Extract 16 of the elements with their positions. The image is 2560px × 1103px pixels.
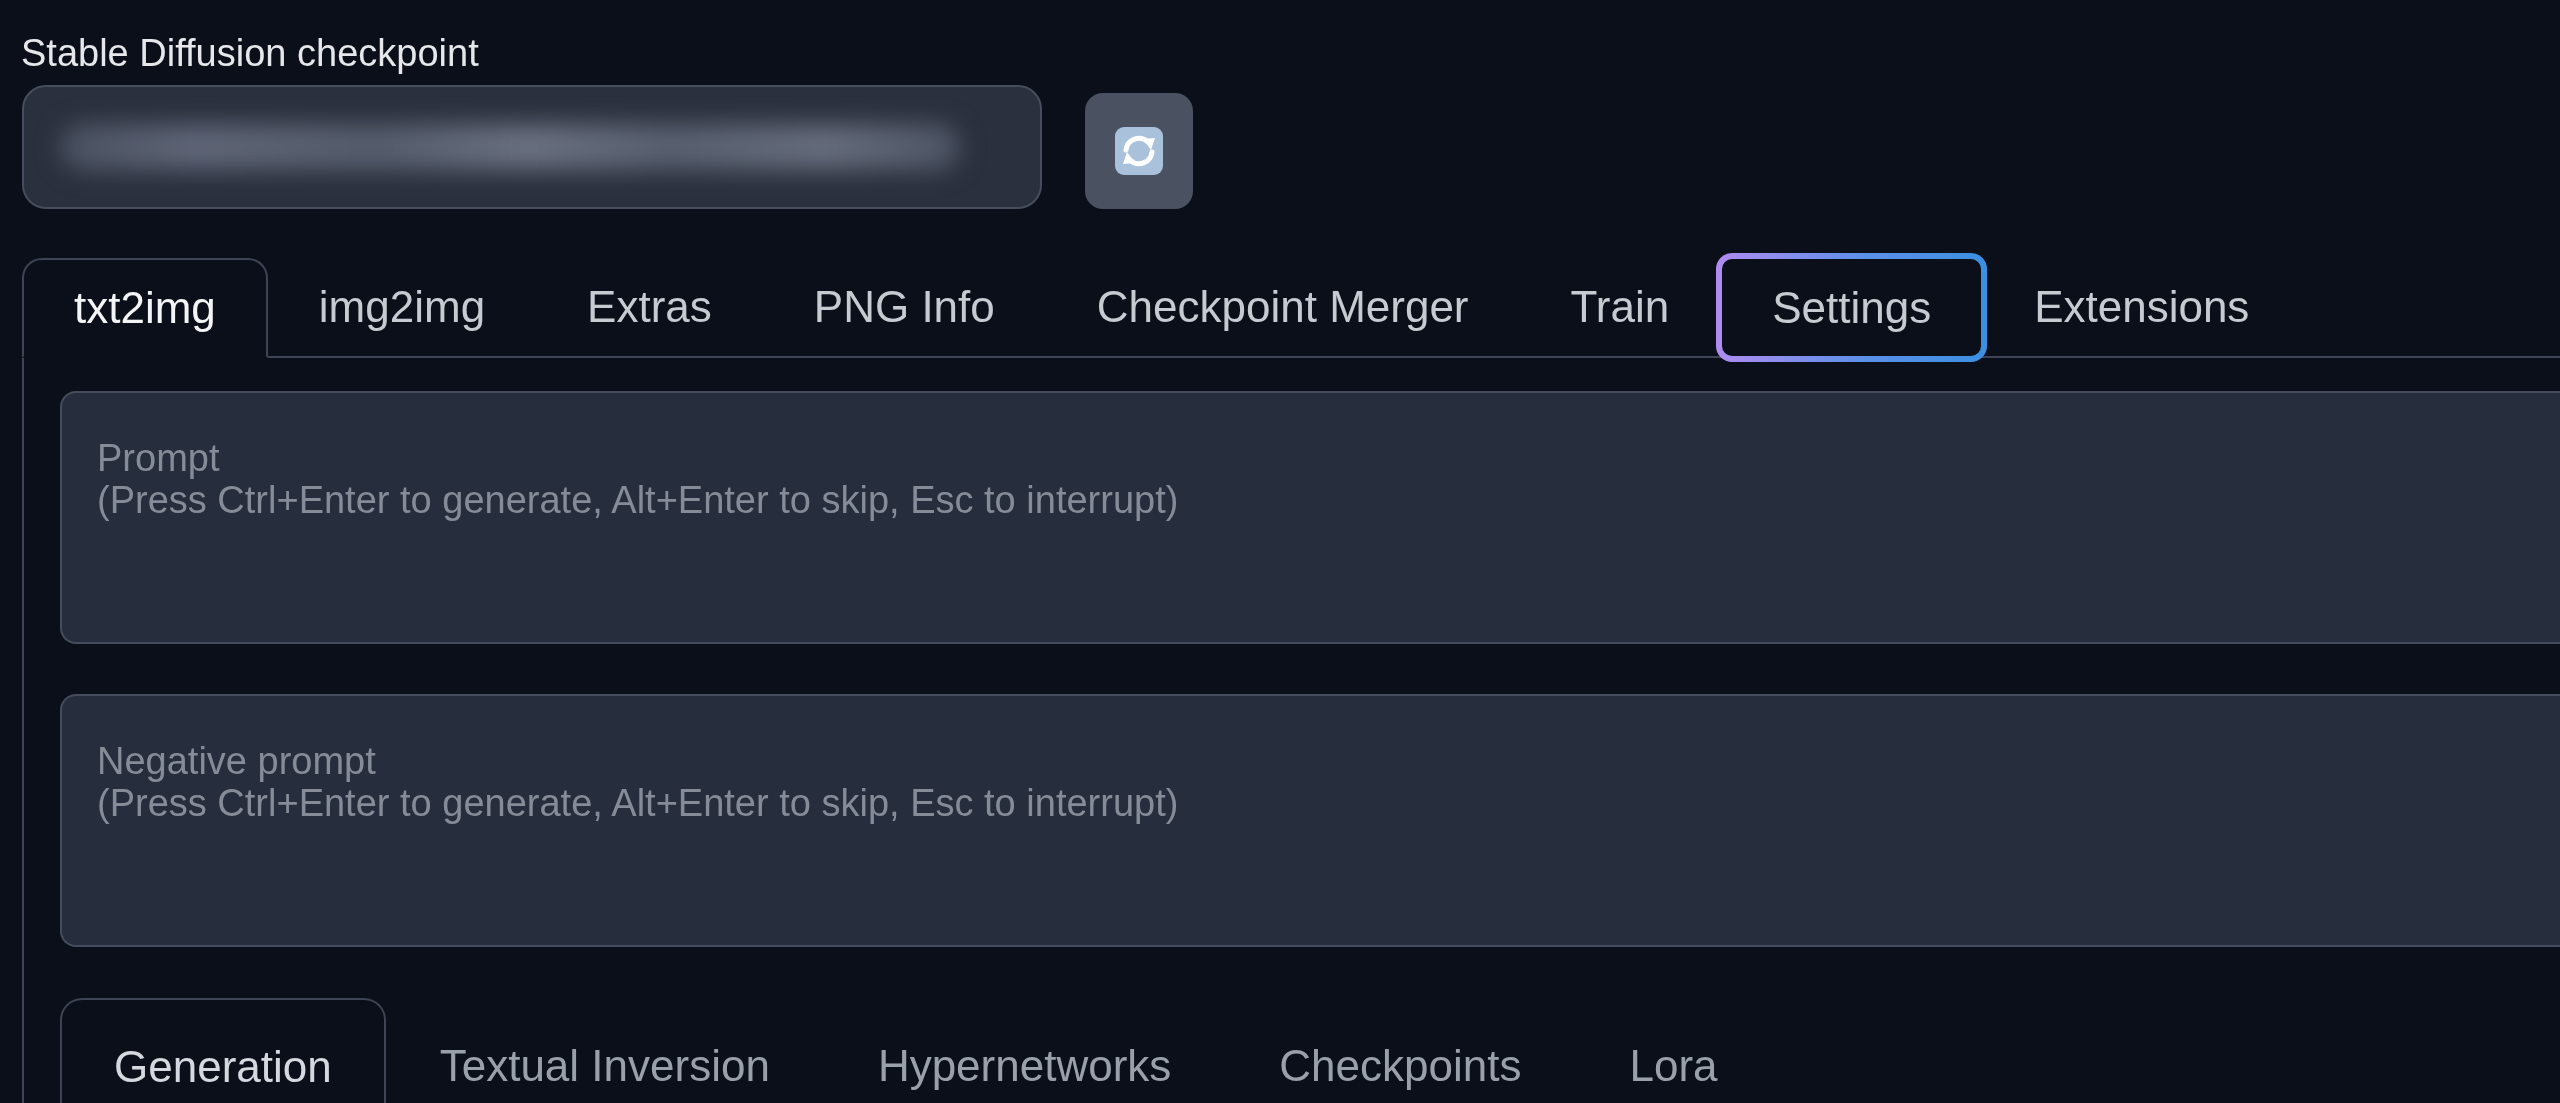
tab[interactable]: Generation [60, 998, 386, 1103]
tab[interactable]: Textual Inversion [385, 998, 824, 1103]
checkpoint-label: Stable Diffusion checkpoint [21, 31, 479, 75]
refresh-button[interactable] [1085, 93, 1193, 209]
tab[interactable]: img2img [267, 258, 537, 356]
checkpoint-dropdown[interactable] [22, 85, 1042, 209]
refresh-icon [1115, 127, 1163, 175]
tab[interactable]: Checkpoint Merger [1045, 258, 1520, 356]
tab[interactable]: Lora [1575, 998, 1772, 1103]
tab[interactable]: Checkpoints [1225, 998, 1576, 1103]
tab[interactable]: Extras [536, 258, 763, 356]
prompt-field[interactable]: Negative prompt (Press Ctrl+Enter to generate, Alt+Enter to skip, Esc to interrupt) [60, 694, 2560, 947]
tab[interactable]: PNG Info [762, 258, 1046, 356]
tab[interactable]: txt2img [22, 258, 268, 358]
tab[interactable]: Hypernetworks [823, 998, 1226, 1103]
prompt-field[interactable]: Prompt (Press Ctrl+Enter to generate, Alt+Enter to skip, Esc to interrupt) [60, 391, 2560, 644]
